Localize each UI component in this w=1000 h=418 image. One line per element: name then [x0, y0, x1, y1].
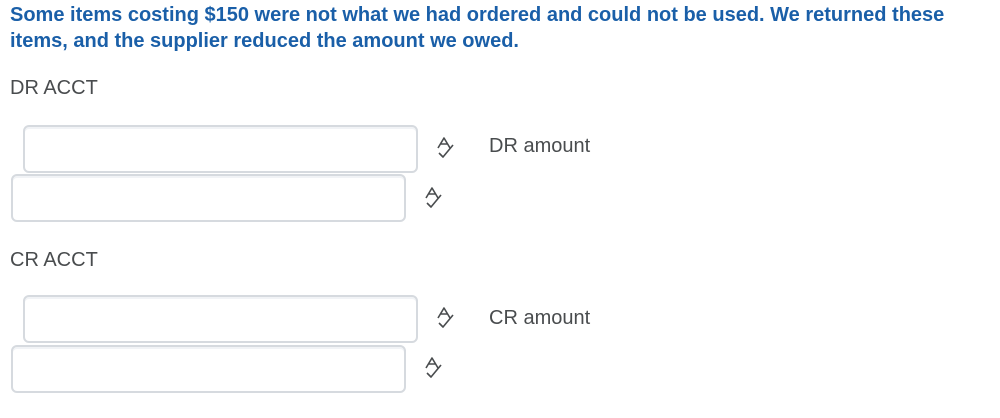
spellcheck-icon[interactable] [435, 307, 455, 329]
question-text: Some items costing $150 were not what we… [10, 4, 945, 52]
dr-account-input[interactable] [23, 125, 418, 173]
dr-amount-label: DR amount [489, 135, 591, 157]
cr-acct-label: CR ACCT [10, 249, 98, 271]
spellcheck-icon[interactable] [435, 137, 455, 159]
cr-account-input[interactable] [23, 295, 418, 343]
cr-amount-input[interactable] [11, 345, 406, 393]
dr-acct-label: DR ACCT [10, 77, 98, 99]
cr-amount-label: CR amount [489, 307, 591, 329]
spellcheck-icon[interactable] [423, 357, 443, 379]
dr-amount-input[interactable] [11, 174, 406, 222]
spellcheck-icon[interactable] [423, 187, 443, 209]
